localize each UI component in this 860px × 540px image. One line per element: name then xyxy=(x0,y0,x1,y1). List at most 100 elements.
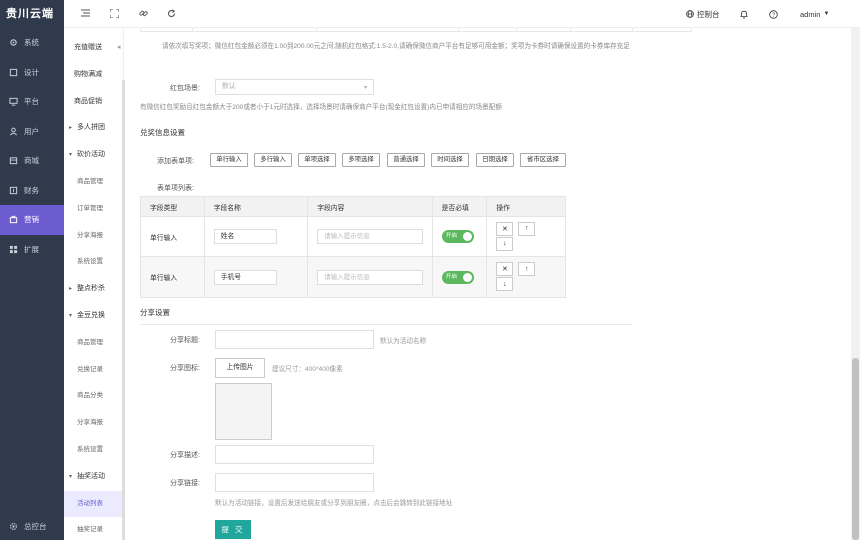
add-multi-choice-button[interactable]: 多项选择 xyxy=(342,153,380,167)
toggle-label: 开启 xyxy=(446,233,458,239)
menu-label: 总控台 xyxy=(24,521,47,532)
move-up-icon[interactable]: ↑ xyxy=(518,222,535,236)
menu-label: 平台 xyxy=(24,96,39,107)
required-toggle[interactable]: 开启 xyxy=(442,230,474,243)
sub-item-recharge-gift[interactable]: 充值赠送 xyxy=(64,35,123,62)
sub-item-share-poster[interactable]: 分享海报 xyxy=(64,410,123,437)
share-title-input[interactable] xyxy=(215,330,374,349)
sub-item-promotion[interactable]: 商品促销 xyxy=(64,89,123,116)
add-single-line-button[interactable]: 单行输入 xyxy=(210,153,248,167)
column-header: 字段内容 xyxy=(308,197,432,216)
user-icon xyxy=(9,127,18,136)
share-settings-title: 分享设置 xyxy=(140,307,170,318)
scene-select[interactable]: 默认 ▾ xyxy=(215,79,374,95)
console-link[interactable]: 控制台 xyxy=(686,0,720,28)
field-content-input[interactable]: 请输入提示信息 xyxy=(317,270,423,285)
main-scrollbar[interactable] xyxy=(851,28,860,540)
caret-down-icon: ▼ xyxy=(823,11,829,17)
menu-item-store[interactable]: 商城 xyxy=(0,146,64,176)
menu-item-extend[interactable]: 扩展 xyxy=(0,235,64,265)
store-icon xyxy=(9,156,18,165)
sub-item-share-poster[interactable]: 分享海报 xyxy=(64,223,123,250)
row-operations: ✕ ↑ ↓ xyxy=(496,220,540,254)
menu-label: 系统 xyxy=(24,37,39,48)
marketing-icon xyxy=(9,215,18,224)
prize-table-last-row xyxy=(140,28,692,32)
add-date-select-button[interactable]: 日期选择 xyxy=(476,153,514,167)
scrollbar-thumb[interactable] xyxy=(852,358,859,540)
sub-group-group-buy[interactable]: ▸多人拼团 xyxy=(64,115,123,142)
sub-item-label: 购物满减 xyxy=(74,71,102,78)
menu-label: 营销 xyxy=(24,214,39,225)
globe-icon xyxy=(686,10,694,18)
field-content-input[interactable]: 请输入提示信息 xyxy=(317,229,423,244)
menu-item-platform[interactable]: 平台 xyxy=(0,87,64,117)
delete-row-icon[interactable]: ✕ xyxy=(496,222,513,236)
add-time-select-button[interactable]: 时间选择 xyxy=(431,153,469,167)
menu-item-marketing[interactable]: 营销 xyxy=(0,205,64,235)
operations-cell: ✕ ↑ ↓ xyxy=(487,257,565,297)
field-type-cell: 单行输入 xyxy=(141,217,205,256)
sub-item-goods-category[interactable]: 商品分类 xyxy=(64,383,123,410)
sub-item-goods-manage[interactable]: 商品管理 xyxy=(64,330,123,357)
add-normal-select-button[interactable]: 普通选择 xyxy=(387,153,425,167)
help-icon[interactable]: ? xyxy=(769,0,778,28)
collapse-arrow-icon[interactable]: ◂ xyxy=(117,43,121,51)
sub-item-label: 活动列表 xyxy=(77,500,103,507)
sub-item-label: 整点秒杀 xyxy=(77,285,105,292)
sub-item-system-settings[interactable]: 系统设置 xyxy=(64,437,123,464)
sub-group-bargain[interactable]: ▾砍价活动 xyxy=(64,142,123,169)
required-cell: 开启 xyxy=(433,217,488,256)
menu-toggle-icon[interactable] xyxy=(78,6,92,20)
add-single-choice-button[interactable]: 单项选择 xyxy=(298,153,336,167)
column-header: 操作 xyxy=(487,197,565,216)
menu-item-design[interactable]: 设计 xyxy=(0,58,64,88)
move-up-icon[interactable]: ↑ xyxy=(518,262,535,276)
move-down-icon[interactable]: ↓ xyxy=(496,277,513,291)
sub-group-bean-exchange[interactable]: ▾金豆兑换 xyxy=(64,303,123,330)
field-name-input[interactable]: 姓名 xyxy=(214,229,277,244)
field-type-cell: 单行输入 xyxy=(141,257,205,297)
menu-item-console[interactable]: 总控台 xyxy=(0,521,64,532)
section-divider xyxy=(140,324,632,325)
required-toggle[interactable]: 开启 xyxy=(442,271,474,284)
share-link-input[interactable] xyxy=(215,473,374,492)
redpacket-note: 请依次填写奖项；微信红包金额必须在1.00到200.00元之间,随机红包格式:1… xyxy=(162,42,642,52)
delete-row-icon[interactable]: ✕ xyxy=(496,262,513,276)
menu-item-user[interactable]: 用户 xyxy=(0,117,64,147)
upload-image-button[interactable]: 上传图片 xyxy=(215,358,265,378)
refresh-icon[interactable] xyxy=(164,6,178,20)
sub-item-activity-list[interactable]: 活动列表 xyxy=(64,491,123,518)
field-name-input[interactable]: 手机号 xyxy=(214,270,277,285)
sub-item-exchange-records[interactable]: 兑换记录 xyxy=(64,357,123,384)
add-region-select-button[interactable]: 省市区选择 xyxy=(520,153,566,167)
sub-item-full-reduction[interactable]: 购物满减 xyxy=(64,62,123,89)
grid-icon xyxy=(9,245,18,254)
sub-group-lottery[interactable]: ▾抽奖活动 xyxy=(64,464,123,491)
toggle-label: 开启 xyxy=(446,274,458,280)
menu-label: 用户 xyxy=(24,126,39,137)
sub-item-label: 分享海报 xyxy=(77,232,103,239)
user-menu[interactable]: admin ▼ xyxy=(800,0,829,28)
scene-select-value: 默认 xyxy=(222,83,236,90)
menu-item-finance[interactable]: 财务 xyxy=(0,176,64,206)
sub-item-system-settings[interactable]: 系统设置 xyxy=(64,249,123,276)
sub-sidebar-scrollbar[interactable] xyxy=(122,80,125,540)
sub-item-order-manage[interactable]: 订单管理 xyxy=(64,196,123,223)
submit-button[interactable]: 提 交 xyxy=(215,520,251,539)
share-title-label: 分享标题: xyxy=(170,335,200,345)
sub-sidebar: 充值赠送 购物满减 商品促销 ▸多人拼团 ▾砍价活动 商品管理 订单管理 分享海… xyxy=(64,0,124,540)
add-multi-line-button[interactable]: 多行输入 xyxy=(254,153,292,167)
sub-item-goods-manage[interactable]: 商品管理 xyxy=(64,169,123,196)
sub-group-flash-sale[interactable]: ▸整点秒杀 xyxy=(64,276,123,303)
link-icon[interactable] xyxy=(136,6,150,20)
move-down-icon[interactable]: ↓ xyxy=(496,237,513,251)
bell-icon[interactable] xyxy=(740,0,748,28)
menu-item-system[interactable]: 系统 xyxy=(0,28,64,58)
sub-item-lottery-records[interactable]: 抽奖记录 xyxy=(64,517,123,540)
sub-item-label: 分享海报 xyxy=(77,419,103,426)
username: admin xyxy=(800,10,820,19)
sub-item-label: 抽奖活动 xyxy=(77,473,105,480)
fullscreen-icon[interactable] xyxy=(107,6,121,20)
share-desc-input[interactable] xyxy=(215,445,374,464)
